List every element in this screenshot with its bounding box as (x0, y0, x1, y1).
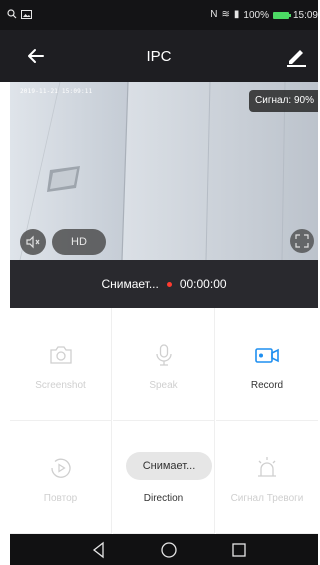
recording-dot-icon (166, 281, 172, 287)
signal-badge: Сигнал: 90% (249, 90, 318, 112)
alarm-label: Сигнал Тревоги (230, 493, 304, 504)
video-record-icon (255, 348, 279, 363)
playback-label: Повтор (43, 493, 78, 504)
control-grid: Screenshot Speak Record Повтор Direction (10, 308, 318, 534)
playback-button[interactable]: Повтор (10, 421, 112, 534)
edit-button[interactable] (284, 44, 308, 68)
screenshot-label: Screenshot (35, 380, 86, 391)
wifi-icon: ≋ (221, 9, 230, 20)
fullscreen-button[interactable] (290, 229, 314, 253)
status-time: 15:09 (292, 9, 318, 21)
alarm-button[interactable]: Сигнал Тревоги (216, 421, 318, 534)
video-timestamp: 2019-11-21 15:09:11 (20, 88, 93, 95)
alarm-icon (258, 457, 276, 477)
microphone-icon (156, 344, 172, 366)
system-nav-bar (10, 534, 318, 565)
page-title: IPC (146, 48, 172, 65)
image-icon (21, 9, 32, 22)
nav-back-icon[interactable] (90, 541, 108, 559)
recording-toast: Снимает... (126, 452, 212, 480)
battery-icon (272, 11, 291, 19)
app-bar: IPC (0, 30, 318, 82)
search-icon (7, 9, 17, 22)
battery-percent: 100% (243, 9, 269, 21)
fullscreen-icon (295, 234, 309, 248)
mute-button[interactable] (20, 229, 46, 255)
nav-recents-icon[interactable] (230, 541, 248, 559)
camera-video-feed[interactable]: 2019-11-21 15:09:11 Сигнал: 90% HD (10, 82, 318, 260)
playback-icon (51, 458, 71, 478)
record-label: Record (250, 380, 284, 391)
nfc-icon: N (210, 9, 218, 20)
speak-button[interactable]: Speak (113, 308, 215, 421)
record-button[interactable]: Record (216, 308, 318, 421)
screenshot-button[interactable]: Screenshot (10, 308, 112, 421)
direction-label: Direction (143, 493, 184, 504)
pencil-icon (287, 50, 306, 67)
recording-status: Снимает... (101, 277, 159, 291)
speaker-muted-icon (26, 235, 40, 249)
speak-label: Speak (149, 380, 178, 391)
quality-button[interactable]: HD (52, 229, 106, 255)
cell-signal-icon: ▮ (233, 9, 240, 20)
recording-status-bar: Снимает... 00:00:00 (10, 260, 318, 308)
nav-home-icon[interactable] (160, 541, 178, 559)
status-bar: N ≋ ▮ 100% 15:09 (0, 0, 318, 30)
camera-icon (50, 346, 72, 364)
recording-timer: 00:00:00 (179, 277, 227, 291)
